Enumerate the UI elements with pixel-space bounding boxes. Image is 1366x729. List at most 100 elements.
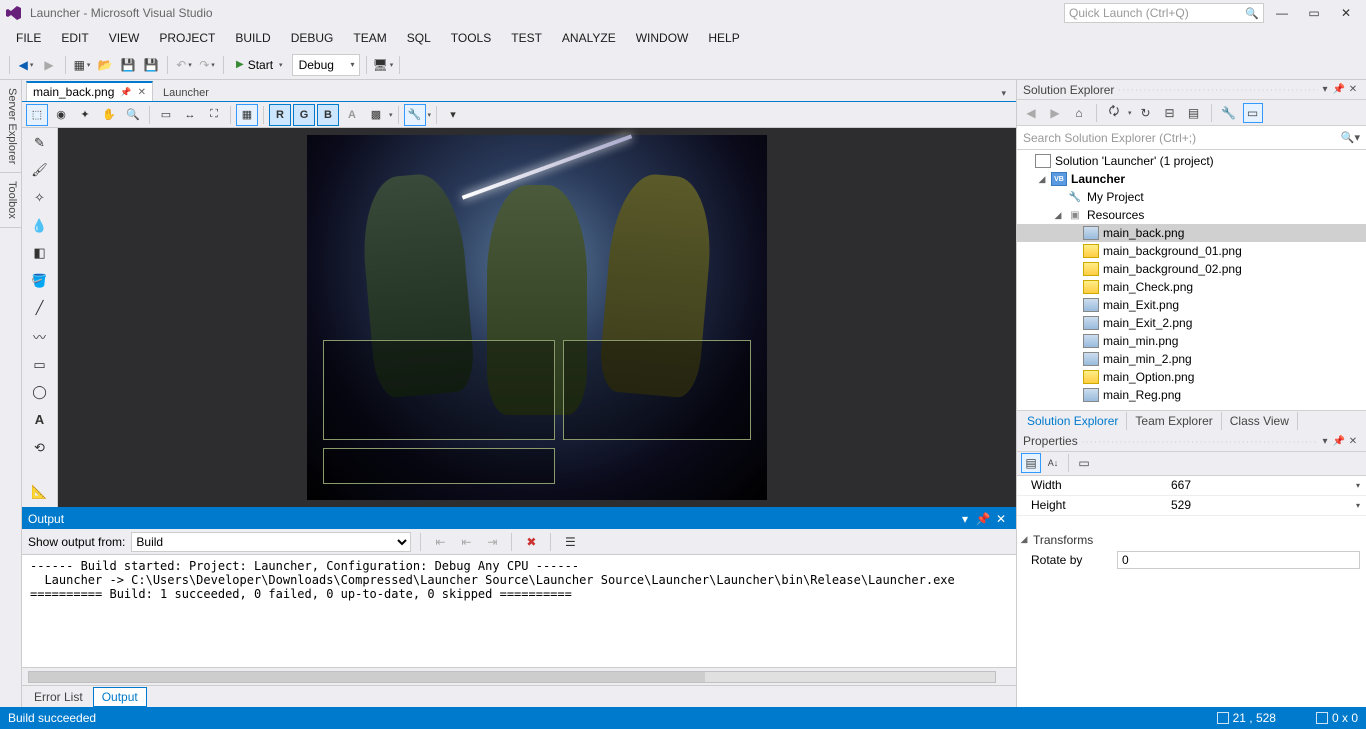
doc-tab-main-back[interactable]: main_back.png 📌 ✕ — [26, 81, 153, 101]
selection-tool-icon[interactable]: ⬚ — [26, 104, 48, 126]
line-tool-icon[interactable]: ╱ — [30, 299, 50, 317]
image-canvas[interactable] — [58, 128, 1016, 507]
breadcrumb-launcher[interactable]: Launcher — [155, 85, 217, 101]
save-all-button[interactable]: 💾 — [141, 54, 161, 76]
props-cat-icon[interactable]: ▤ — [1021, 453, 1041, 473]
nav-back-button[interactable]: ◀ — [16, 54, 36, 76]
tree-item[interactable]: main_min.png — [1017, 332, 1366, 350]
menu-view[interactable]: VIEW — [99, 27, 150, 49]
ruler-tool-icon[interactable]: 📐 — [30, 483, 50, 501]
se-close-icon[interactable]: ✕ — [1346, 84, 1360, 95]
actual-size-icon[interactable]: ▭ — [155, 104, 177, 126]
tree-item[interactable]: main_background_02.png — [1017, 260, 1366, 278]
se-tree[interactable]: Solution 'Launcher' (1 project)◢VBLaunch… — [1017, 150, 1366, 410]
browser-link-button[interactable]: 🖥 — [373, 54, 394, 76]
props-dropdown-icon[interactable]: ▾ — [1318, 436, 1332, 447]
channel-b-icon[interactable]: B — [317, 104, 339, 126]
pencil-tool-icon[interactable]: ✎ — [30, 134, 50, 152]
close-tab-icon[interactable]: ✕ — [138, 87, 146, 98]
brush-tool-icon[interactable]: 🖌 — [30, 162, 50, 180]
tree-item[interactable]: main_back.png — [1017, 224, 1366, 242]
menu-tools[interactable]: TOOLS — [441, 27, 501, 49]
tool-props-icon[interactable]: 🔧 — [404, 104, 426, 126]
config-dropdown[interactable]: Debug — [292, 54, 360, 76]
rect-tool-icon[interactable]: ▭ — [30, 356, 50, 374]
eyedropper-tool-icon[interactable]: 💧 — [30, 217, 50, 235]
checker-icon[interactable]: ▩ — [365, 104, 387, 126]
new-project-button[interactable]: ▦ — [72, 54, 92, 76]
menu-build[interactable]: BUILD — [225, 27, 280, 49]
se-tab-class-view[interactable]: Class View — [1222, 412, 1298, 430]
minimize-button[interactable]: — — [1268, 3, 1296, 23]
output-wrap-icon[interactable]: ☰ — [560, 531, 580, 553]
airbrush-tool-icon[interactable]: ✧ — [30, 189, 50, 207]
nav-forward-button[interactable]: ▶ — [39, 54, 59, 76]
se-collapse-icon[interactable]: ⊟ — [1160, 103, 1180, 123]
tree-item[interactable]: main_Check.png — [1017, 278, 1366, 296]
output-tab-output[interactable]: Output — [93, 687, 147, 707]
output-dropdown-icon[interactable]: ▾ — [956, 512, 974, 526]
tree-item[interactable]: main_min_2.png — [1017, 350, 1366, 368]
ellipse-tool-icon[interactable]: ◯ — [30, 384, 50, 402]
rotate-tool-icon[interactable]: ⟲ — [30, 439, 50, 457]
zoom-tool-icon[interactable]: 🔍 — [122, 104, 144, 126]
channel-r-icon[interactable]: R — [269, 104, 291, 126]
redo-button[interactable]: ↷ — [197, 54, 217, 76]
se-search-input[interactable]: Search Solution Explorer (Ctrl+;) 🔍▾ — [1017, 126, 1366, 150]
tree-item[interactable]: Solution 'Launcher' (1 project) — [1017, 152, 1366, 170]
advanced-icon[interactable]: ▾ — [442, 104, 464, 126]
output-clear-icon[interactable]: ✖ — [521, 531, 541, 553]
output-hscroll[interactable] — [22, 667, 1016, 685]
menu-edit[interactable]: EDIT — [51, 27, 98, 49]
props-pages-icon[interactable]: ▭ — [1074, 453, 1094, 473]
se-back-icon[interactable]: ◀ — [1021, 103, 1041, 123]
pin-icon[interactable]: 📌 — [120, 87, 131, 98]
lasso-tool-icon[interactable]: ◉ — [50, 104, 72, 126]
output-prev-icon[interactable]: ⇤ — [456, 531, 476, 553]
dock-tab-toolbox[interactable]: Toolbox — [0, 173, 21, 228]
tree-item[interactable]: main_Exit.png — [1017, 296, 1366, 314]
se-showall-icon[interactable]: ▤ — [1184, 103, 1204, 123]
se-preview-icon[interactable]: ▭ — [1243, 103, 1263, 123]
channel-a-icon[interactable]: A — [341, 104, 363, 126]
se-pin-icon[interactable]: 📌 — [1332, 84, 1346, 95]
output-pin-icon[interactable]: 📌 — [974, 512, 992, 526]
tree-item[interactable]: ◢VBLauncher — [1017, 170, 1366, 188]
menu-window[interactable]: WINDOW — [626, 27, 699, 49]
menu-analyze[interactable]: ANALYZE — [552, 27, 626, 49]
se-tab-team-explorer[interactable]: Team Explorer — [1127, 412, 1221, 430]
tree-item[interactable]: ◢▣Resources — [1017, 206, 1366, 224]
se-home-icon[interactable]: ⌂ — [1069, 103, 1089, 123]
menu-file[interactable]: FILE — [6, 27, 51, 49]
quick-launch-input[interactable]: Quick Launch (Ctrl+Q) 🔍 — [1064, 3, 1264, 23]
rotate-input[interactable] — [1117, 551, 1360, 569]
open-file-button[interactable]: 📂 — [95, 54, 115, 76]
output-tab-error-list[interactable]: Error List — [26, 688, 91, 706]
se-dropdown-icon[interactable]: ▾ — [1318, 84, 1332, 95]
start-debug-button[interactable]: ▶ Start ▾ — [230, 58, 289, 72]
grid-icon[interactable]: ▦ — [236, 104, 258, 126]
fit-width-icon[interactable]: ↔ — [179, 104, 201, 126]
menu-test[interactable]: TEST — [501, 27, 552, 49]
se-sync-icon[interactable]: 🗘 — [1104, 103, 1124, 123]
se-properties-icon[interactable]: 🔧 — [1219, 103, 1239, 123]
channel-g-icon[interactable]: G — [293, 104, 315, 126]
pan-tool-icon[interactable]: ✋ — [98, 104, 120, 126]
maximize-button[interactable]: ▭ — [1300, 3, 1328, 23]
menu-project[interactable]: PROJECT — [149, 27, 225, 49]
prop-row-width[interactable]: Width667▾ — [1017, 476, 1366, 496]
output-text[interactable]: ------ Build started: Project: Launcher,… — [22, 555, 1016, 667]
tree-item[interactable]: main_Reg.png — [1017, 386, 1366, 404]
tree-item[interactable]: main_Exit_2.png — [1017, 314, 1366, 332]
eraser-tool-icon[interactable]: ◧ — [30, 244, 50, 262]
menu-debug[interactable]: DEBUG — [281, 27, 344, 49]
output-find-icon[interactable]: ⇤ — [430, 531, 450, 553]
tree-item[interactable]: 🔧My Project — [1017, 188, 1366, 206]
se-fwd-icon[interactable]: ▶ — [1045, 103, 1065, 123]
fill-tool-icon[interactable]: 🪣 — [30, 272, 50, 290]
props-pin-icon[interactable]: 📌 — [1332, 436, 1346, 447]
props-az-icon[interactable]: A↓ — [1043, 453, 1063, 473]
curve-tool-icon[interactable]: 〰 — [30, 327, 50, 346]
text-tool-icon[interactable]: A — [30, 411, 50, 429]
output-close-icon[interactable]: ✕ — [992, 512, 1010, 526]
